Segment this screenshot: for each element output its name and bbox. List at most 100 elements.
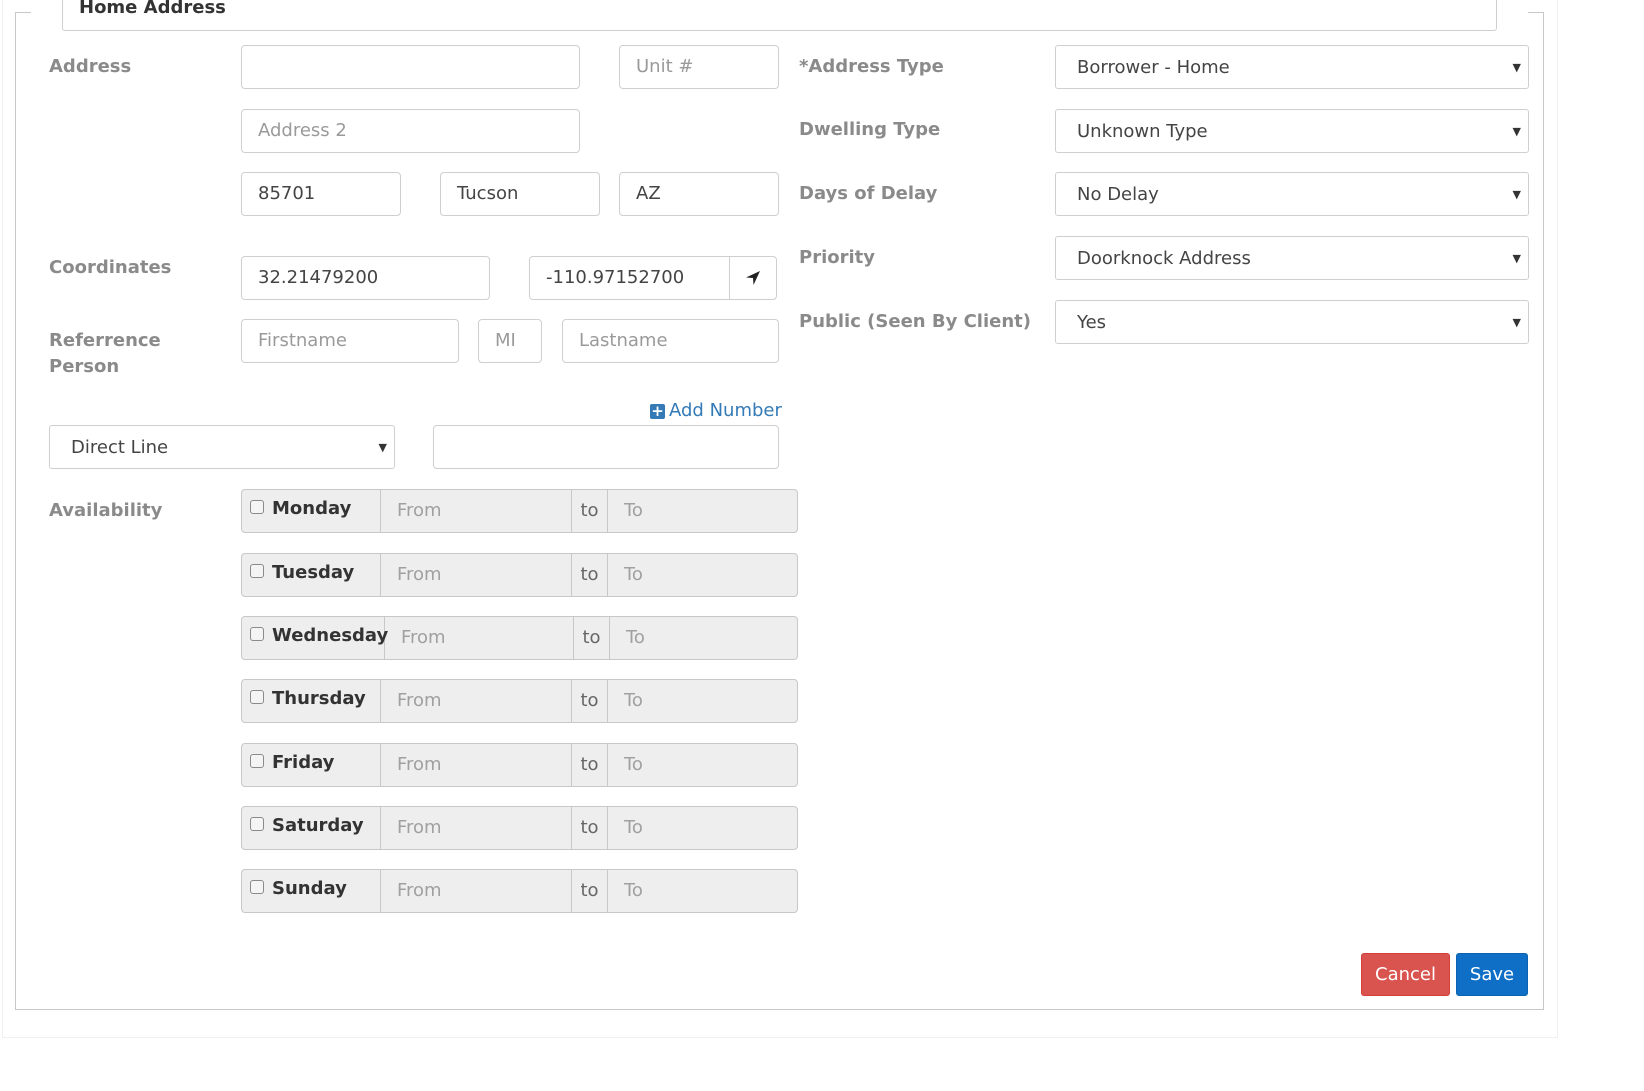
day-label-thursday: Thursday <box>242 680 381 722</box>
phone-type-select[interactable]: Direct Line ▼ <box>49 425 395 469</box>
public-label: Public (Seen By Client) <box>799 311 1031 332</box>
dwelling-type-label: Dwelling Type <box>799 119 941 140</box>
availability-row-sunday: Sunday From to To <box>241 869 798 913</box>
day-checkbox-saturday[interactable] <box>250 817 264 831</box>
chevron-down-icon: ▼ <box>1512 188 1521 201</box>
from-time-input[interactable]: From <box>381 807 571 849</box>
phone-number-input[interactable] <box>433 425 779 469</box>
address-line2-input[interactable]: Address 2 <box>241 109 580 153</box>
day-label-friday: Friday <box>242 744 381 786</box>
day-name: Sunday <box>272 878 347 899</box>
to-time-input[interactable]: To <box>608 490 797 532</box>
priority-label: Priority <box>799 247 875 268</box>
add-number-link[interactable]: + Add Number <box>650 398 782 424</box>
zip-input[interactable]: 85701 <box>241 172 401 216</box>
state-input[interactable]: AZ <box>619 172 779 216</box>
availability-row-saturday: Saturday From to To <box>241 806 798 850</box>
to-separator: to <box>571 744 608 786</box>
city-input[interactable]: Tucson <box>440 172 600 216</box>
to-time-input[interactable]: To <box>608 680 797 722</box>
days-of-delay-value: No Delay <box>1077 184 1159 205</box>
locate-button[interactable] <box>729 256 777 300</box>
priority-value: Doorknock Address <box>1077 248 1251 269</box>
day-label-monday: Monday <box>242 490 381 532</box>
to-time-input[interactable]: To <box>610 617 797 659</box>
fieldset-border-left <box>15 12 31 13</box>
to-time-input[interactable]: To <box>608 870 797 912</box>
day-name: Tuesday <box>272 562 355 583</box>
middle-initial-input[interactable]: MI <box>478 319 542 363</box>
unit-input[interactable]: Unit # <box>619 45 779 89</box>
section-legend: Home Address <box>62 0 1497 31</box>
from-time-input[interactable]: From <box>381 490 571 532</box>
day-name: Monday <box>272 498 352 519</box>
day-label-tuesday: Tuesday <box>242 554 381 596</box>
dwelling-type-value: Unknown Type <box>1077 121 1208 142</box>
day-name: Saturday <box>272 815 364 836</box>
fieldset-border-right <box>1528 12 1544 13</box>
availability-row-thursday: Thursday From to To <box>241 679 798 723</box>
day-checkbox-tuesday[interactable] <box>250 564 264 578</box>
day-checkbox-sunday[interactable] <box>250 880 264 894</box>
chevron-down-icon: ▼ <box>378 441 387 454</box>
section-title: Home Address <box>79 0 226 18</box>
public-value: Yes <box>1077 312 1107 333</box>
from-time-input[interactable]: From <box>385 617 573 659</box>
day-name: Thursday <box>272 688 366 709</box>
day-checkbox-monday[interactable] <box>250 500 264 514</box>
phone-type-value: Direct Line <box>71 437 169 458</box>
chevron-down-icon: ▼ <box>1512 316 1521 329</box>
latitude-input[interactable]: 32.21479200 <box>241 256 490 300</box>
location-arrow-icon <box>746 271 760 285</box>
reference-person-label: Referrence Person <box>49 328 161 380</box>
day-name: Wednesday <box>272 625 389 646</box>
dwelling-type-select[interactable]: Unknown Type ▼ <box>1055 109 1529 153</box>
cancel-button[interactable]: Cancel <box>1361 953 1450 996</box>
address-line1-input[interactable] <box>241 45 580 89</box>
to-separator: to <box>571 680 608 722</box>
chevron-down-icon: ▼ <box>1512 252 1521 265</box>
save-button[interactable]: Save <box>1456 953 1528 996</box>
plus-square-icon: + <box>650 401 665 420</box>
from-time-input[interactable]: From <box>381 870 571 912</box>
to-time-input[interactable]: To <box>608 554 797 596</box>
address-type-label: *Address Type <box>799 56 944 77</box>
public-select[interactable]: Yes ▼ <box>1055 300 1529 344</box>
lastname-input[interactable]: Lastname <box>562 319 779 363</box>
to-separator: to <box>571 807 608 849</box>
days-of-delay-select[interactable]: No Delay ▼ <box>1055 172 1529 216</box>
from-time-input[interactable]: From <box>381 554 571 596</box>
add-number-label: Add Number <box>669 400 782 421</box>
availability-row-wednesday: Wednesday From to To <box>241 616 798 660</box>
day-label-saturday: Saturday <box>242 807 381 849</box>
day-name: Friday <box>272 752 335 773</box>
to-separator: to <box>571 554 608 596</box>
from-time-input[interactable]: From <box>381 680 571 722</box>
to-separator: to <box>571 870 608 912</box>
availability-row-friday: Friday From to To <box>241 743 798 787</box>
coordinates-label: Coordinates <box>49 257 172 278</box>
to-separator: to <box>573 617 610 659</box>
day-label-sunday: Sunday <box>242 870 381 912</box>
day-checkbox-friday[interactable] <box>250 754 264 768</box>
to-separator: to <box>571 490 608 532</box>
address-type-value: Borrower - Home <box>1077 57 1230 78</box>
longitude-input[interactable]: -110.97152700 <box>529 256 730 300</box>
day-label-wednesday: Wednesday <box>242 617 389 659</box>
availability-label: Availability <box>49 500 163 521</box>
reference-person-label-line2: Person <box>49 356 120 377</box>
address-label: Address <box>49 56 132 77</box>
to-time-input[interactable]: To <box>608 744 797 786</box>
chevron-down-icon: ▼ <box>1512 61 1521 74</box>
from-time-input[interactable]: From <box>381 744 571 786</box>
availability-row-monday: Monday From to To <box>241 489 798 533</box>
days-of-delay-label: Days of Delay <box>799 183 938 204</box>
day-checkbox-wednesday[interactable] <box>250 627 264 641</box>
reference-person-label-line1: Referrence <box>49 330 161 351</box>
priority-select[interactable]: Doorknock Address ▼ <box>1055 236 1529 280</box>
day-checkbox-thursday[interactable] <box>250 690 264 704</box>
firstname-input[interactable]: Firstname <box>241 319 459 363</box>
availability-row-tuesday: Tuesday From to To <box>241 553 798 597</box>
address-type-select[interactable]: Borrower - Home ▼ <box>1055 45 1529 89</box>
to-time-input[interactable]: To <box>608 807 797 849</box>
